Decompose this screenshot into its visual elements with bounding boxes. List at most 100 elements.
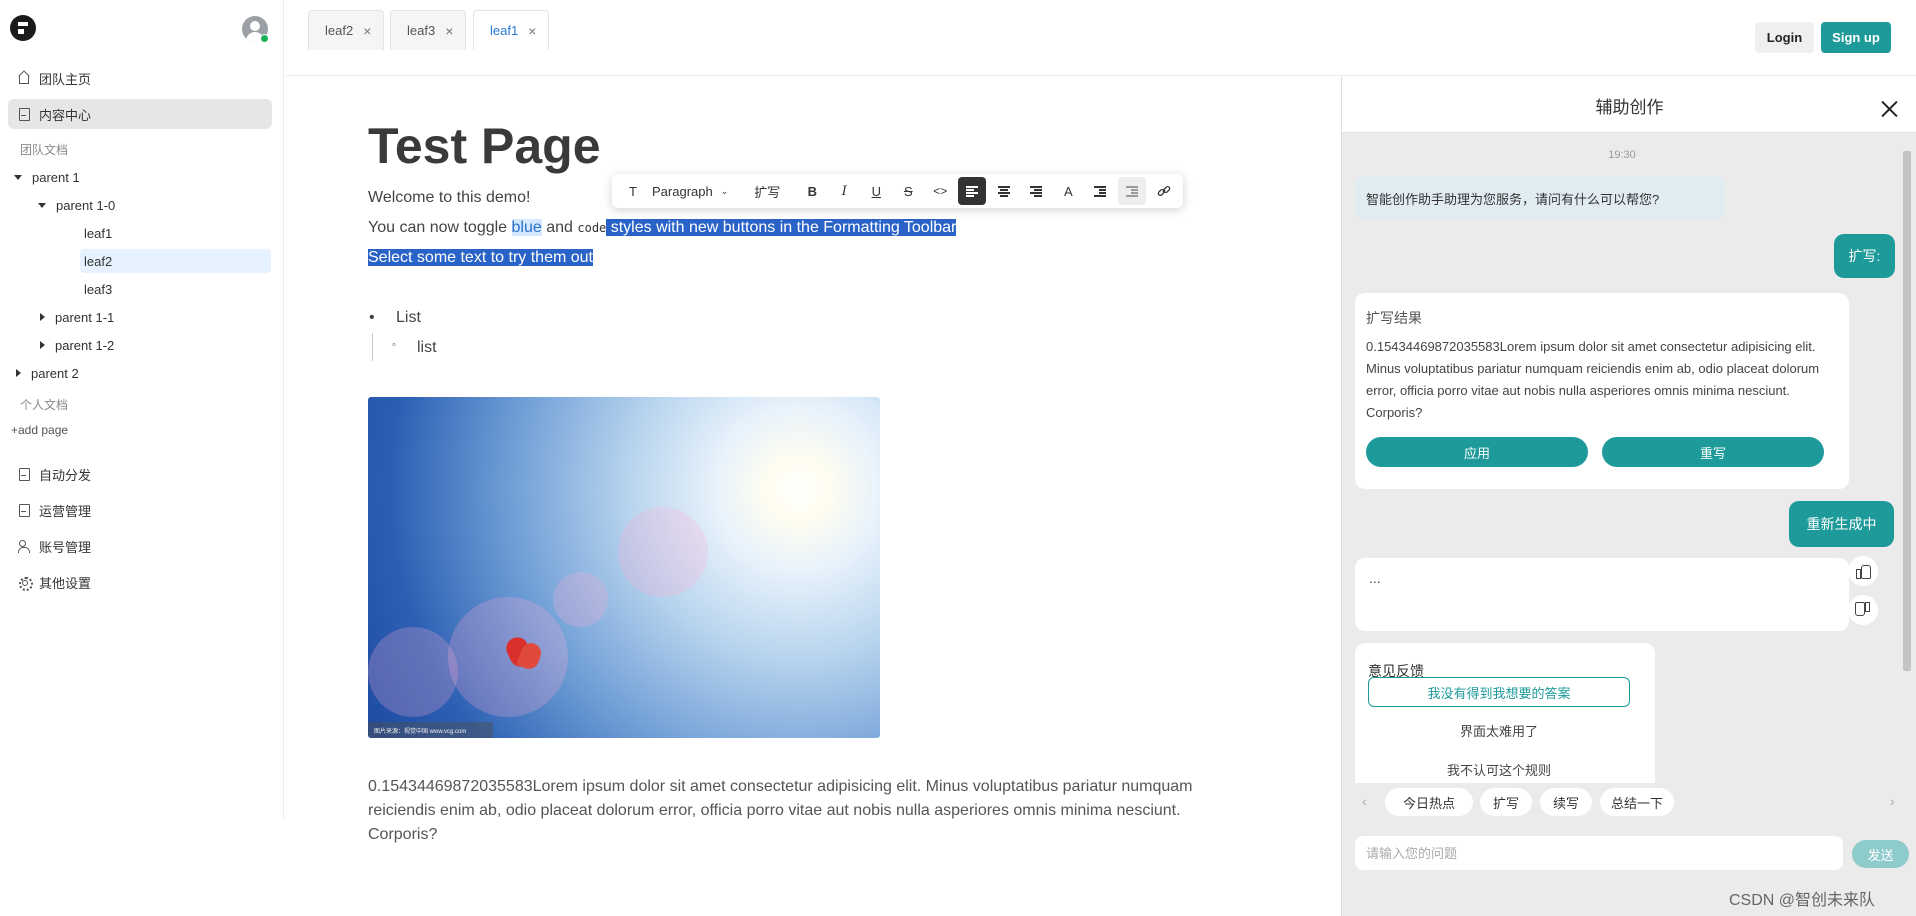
kite-picture xyxy=(506,633,544,673)
page-title[interactable]: Test Page xyxy=(368,117,601,175)
user-message-bubble: 扩写: xyxy=(1834,234,1895,278)
tree-item-parent-2[interactable]: parent 2 xyxy=(14,361,79,385)
feedback-option[interactable]: 我没有得到我想要的答案 xyxy=(1368,677,1630,707)
scrollbar-thumb[interactable] xyxy=(1903,151,1911,671)
caret-right-icon[interactable] xyxy=(40,341,45,349)
image-caption: 图片来源：视觉中国 www.vcg.com xyxy=(368,722,493,738)
tree-label: parent 1-1 xyxy=(55,309,115,325)
tab-leaf1[interactable]: leaf1 × xyxy=(473,10,550,50)
formatting-toolbar: T Paragraph ⌄ 扩写 B I U S <> A xyxy=(612,174,1183,208)
login-button[interactable]: Login xyxy=(1755,22,1814,53)
block-type-label: Paragraph xyxy=(652,183,713,199)
bot-greeting-bubble: 智能创作助手助理为您服务，请问有什么可以帮您? xyxy=(1355,176,1725,220)
tree-item-leaf2[interactable]: leaf2 xyxy=(80,249,271,273)
expand-result-card: 扩写结果 0.15434469872035583Lorem ipsum dolo… xyxy=(1355,293,1849,489)
tab-leaf2[interactable]: leaf2 × xyxy=(308,10,385,50)
align-left-button[interactable] xyxy=(958,177,987,205)
text-color-button[interactable]: A xyxy=(1054,177,1082,205)
message-timestamp: 19:30 xyxy=(1608,149,1636,161)
quick-action-chip[interactable]: 总结一下 xyxy=(1600,788,1674,816)
caret-down-icon[interactable] xyxy=(14,174,22,180)
quick-action-chip[interactable]: 今日热点 xyxy=(1385,788,1473,816)
nav-operations[interactable]: 运营管理 xyxy=(8,495,272,525)
text-type-icon: T xyxy=(629,183,637,199)
block-type-select[interactable]: Paragraph ⌄ xyxy=(646,177,734,205)
paragraph-body[interactable]: 0.15434469872035583Lorem ipsum dolor sit… xyxy=(368,775,1198,847)
question-input[interactable] xyxy=(1355,836,1843,870)
result-card-title: 扩写结果 xyxy=(1366,310,1422,326)
tree-label: leaf1 xyxy=(84,225,113,241)
nav-label: 账号管理 xyxy=(39,539,92,555)
feedback-option[interactable]: 界面太难用了 xyxy=(1368,715,1630,745)
align-center-button[interactable] xyxy=(990,177,1018,205)
send-button[interactable]: 发送 xyxy=(1852,840,1909,868)
thumbs-down-button[interactable] xyxy=(1848,595,1878,625)
code-text-run: code xyxy=(577,221,607,235)
tree-label: leaf3 xyxy=(84,281,113,297)
tree-item-parent-1[interactable]: parent 1 xyxy=(14,165,80,189)
lens-flare xyxy=(368,627,458,717)
link-button[interactable] xyxy=(1150,177,1178,205)
paragraph-welcome[interactable]: Welcome to this demo! xyxy=(368,189,530,207)
list-item[interactable]: List xyxy=(396,309,421,327)
quick-action-chip[interactable]: 扩写 xyxy=(1480,788,1532,816)
code-button[interactable]: <> xyxy=(926,177,954,205)
nav-team-home[interactable]: 团队主页 xyxy=(8,63,272,93)
nav-label: 自动分发 xyxy=(39,467,92,483)
caret-down-icon[interactable] xyxy=(38,202,46,208)
app-root: 团队主页 内容中心 团队文档 parent 1 parent 1-0 leaf1… xyxy=(0,0,1916,916)
personal-docs-label: 个人文档 xyxy=(20,398,69,412)
nav-other-settings[interactable]: 其他设置 xyxy=(8,567,272,597)
close-icon[interactable] xyxy=(1880,100,1898,118)
nav-content-center[interactable]: 内容中心 xyxy=(8,99,272,129)
close-icon[interactable]: × xyxy=(363,23,371,39)
sidebar: 团队主页 内容中心 团队文档 parent 1 parent 1-0 leaf1… xyxy=(0,0,284,820)
tree-item-leaf3[interactable]: leaf3 xyxy=(80,277,270,301)
feedback-option[interactable]: 我不认可这个规则 xyxy=(1368,754,1630,784)
underline-button[interactable]: U xyxy=(862,177,890,205)
indent-button[interactable] xyxy=(1086,177,1114,205)
chevron-right-icon[interactable]: › xyxy=(1890,793,1895,809)
loading-dots: ... xyxy=(1369,570,1381,586)
tree-item-parent-1-0[interactable]: parent 1-0 xyxy=(38,193,115,217)
selected-text-run: styles with new buttons in the Formattin… xyxy=(606,219,957,236)
document-icon xyxy=(18,468,30,481)
strikethrough-button[interactable]: S xyxy=(894,177,922,205)
signup-button[interactable]: Sign up xyxy=(1821,22,1891,53)
sub-bullet-dot: ◦ xyxy=(392,339,396,351)
close-icon[interactable]: × xyxy=(445,23,453,39)
tree-item-parent-1-2[interactable]: parent 1-2 xyxy=(38,333,114,357)
nav-accounts[interactable]: 账号管理 xyxy=(8,531,272,561)
quick-actions-row: ‹ 今日热点 扩写 续写 总结一下 › xyxy=(1342,783,1916,823)
rewrite-button[interactable]: 重写 xyxy=(1602,437,1824,467)
align-right-button[interactable] xyxy=(1022,177,1050,205)
link-icon xyxy=(1157,185,1171,197)
content-image[interactable]: 图片来源：视觉中国 www.vcg.com xyxy=(368,397,880,738)
lens-flare xyxy=(553,572,608,627)
caret-right-icon[interactable] xyxy=(16,369,21,377)
expand-button[interactable]: 扩写 xyxy=(748,177,786,205)
close-icon[interactable]: × xyxy=(528,23,536,39)
caret-right-icon[interactable] xyxy=(40,313,45,321)
tab-leaf3[interactable]: leaf3 × xyxy=(390,10,467,50)
paragraph-select[interactable]: Select some text to try them out xyxy=(368,249,593,267)
tree-label: parent 2 xyxy=(31,365,79,381)
paragraph-toggle[interactable]: You can now toggle blue and code styles … xyxy=(368,219,957,237)
app-logo[interactable] xyxy=(10,15,36,41)
bold-button[interactable]: B xyxy=(798,177,826,205)
chevron-left-icon[interactable]: ‹ xyxy=(1362,793,1367,809)
nested-list-guide xyxy=(372,333,373,361)
add-page-link[interactable]: +add page xyxy=(11,423,68,437)
italic-button[interactable]: I xyxy=(830,177,858,205)
tree-item-parent-1-1[interactable]: parent 1-1 xyxy=(38,305,114,329)
apply-button[interactable]: 应用 xyxy=(1366,437,1588,467)
thumbs-up-button[interactable] xyxy=(1848,556,1878,586)
online-status-dot xyxy=(260,34,269,43)
sub-list-item[interactable]: list xyxy=(417,339,437,357)
nav-auto-distribute[interactable]: 自动分发 xyxy=(8,459,272,489)
nav-label: 团队主页 xyxy=(39,71,92,87)
quick-action-chip[interactable]: 续写 xyxy=(1540,788,1592,816)
tab-label: leaf1 xyxy=(490,23,519,38)
tree-item-leaf1[interactable]: leaf1 xyxy=(80,221,270,245)
outdent-button[interactable] xyxy=(1118,177,1147,205)
